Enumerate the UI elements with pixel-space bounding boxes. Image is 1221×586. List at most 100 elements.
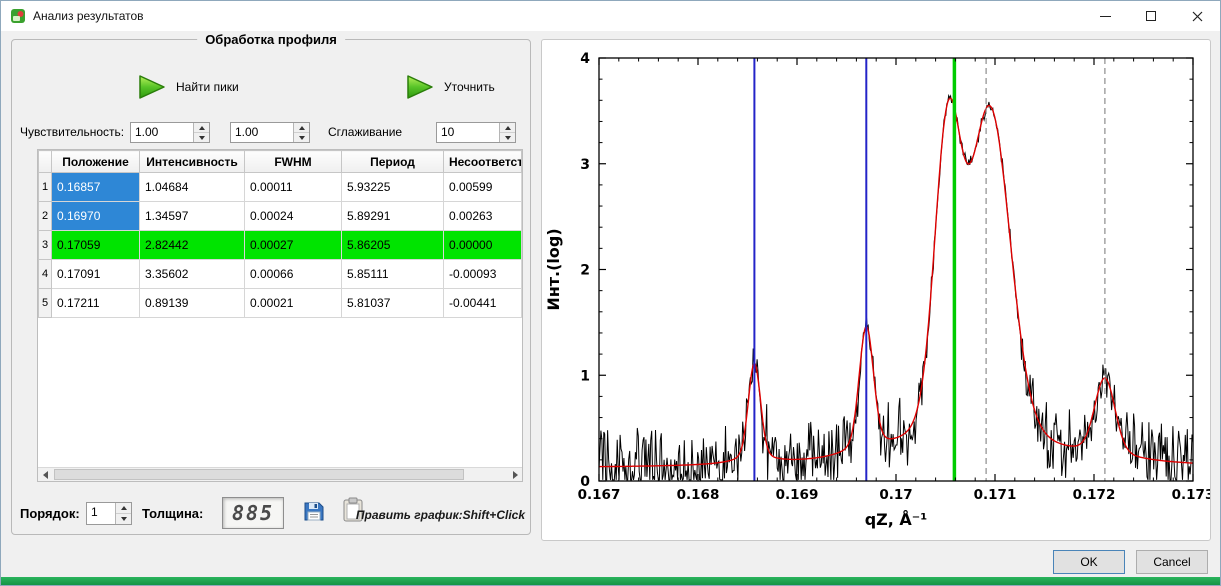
svg-text:0.169: 0.169 bbox=[776, 487, 819, 503]
column-header-mismatch[interactable]: Несоответств bbox=[444, 151, 522, 173]
play-arrow-icon bbox=[134, 73, 168, 101]
maximize-icon bbox=[1146, 11, 1156, 21]
arrow-left-icon bbox=[43, 471, 48, 479]
arrow-down-icon bbox=[121, 517, 127, 521]
column-header-fwhm[interactable]: FWHM bbox=[245, 151, 342, 173]
svg-text:0: 0 bbox=[580, 474, 590, 490]
table-cell[interactable]: -0.00441 bbox=[444, 289, 522, 318]
spinner-buttons bbox=[499, 123, 515, 142]
table-cell[interactable]: 5.86205 bbox=[342, 231, 444, 260]
svg-text:3: 3 bbox=[580, 157, 590, 173]
smoothing-input[interactable]: 10 bbox=[436, 122, 516, 143]
table-corner[interactable] bbox=[39, 151, 52, 173]
spin-up-button[interactable] bbox=[116, 503, 131, 513]
minimize-button[interactable] bbox=[1082, 1, 1128, 31]
peaks-table: Положение Интенсивность FWHM Период Несо… bbox=[38, 150, 522, 318]
scroll-left-button[interactable] bbox=[38, 468, 52, 481]
dialog-content: Обработка профиля Найти пики Уточ bbox=[1, 31, 1220, 577]
sensitivity-label: Чувствительность: bbox=[20, 125, 124, 139]
order-input[interactable]: 1 bbox=[86, 502, 132, 525]
group-title: Обработка профиля bbox=[197, 32, 345, 47]
find-peaks-button[interactable]: Найти пики bbox=[134, 66, 239, 108]
table-row: 30.170592.824420.000275.862050.00000 bbox=[39, 231, 522, 260]
row-number[interactable]: 3 bbox=[39, 231, 52, 260]
arrow-up-icon bbox=[299, 126, 305, 130]
close-icon bbox=[1192, 11, 1203, 22]
row-number[interactable]: 1 bbox=[39, 173, 52, 202]
table-cell[interactable]: -0.00093 bbox=[444, 260, 522, 289]
app-icon bbox=[10, 8, 26, 24]
maximize-button[interactable] bbox=[1128, 1, 1174, 31]
table-cell[interactable]: 0.00011 bbox=[245, 173, 342, 202]
arrow-down-icon bbox=[199, 136, 205, 140]
table-cell[interactable]: 0.17211 bbox=[52, 289, 140, 318]
svg-text:0.172: 0.172 bbox=[1073, 487, 1116, 503]
table-cell[interactable]: 5.81037 bbox=[342, 289, 444, 318]
table-cell[interactable]: 0.00066 bbox=[245, 260, 342, 289]
table-horizontal-scrollbar[interactable] bbox=[38, 467, 522, 481]
table-cell[interactable]: 0.00000 bbox=[444, 231, 522, 260]
svg-text:Инт.(log): Инт.(log) bbox=[544, 228, 563, 310]
row-number[interactable]: 4 bbox=[39, 260, 52, 289]
table-cell[interactable]: 5.93225 bbox=[342, 173, 444, 202]
table-cell[interactable]: 0.16970 bbox=[52, 202, 140, 231]
table-cell[interactable]: 3.35602 bbox=[140, 260, 245, 289]
smoothing-value[interactable]: 10 bbox=[437, 123, 499, 142]
spin-up-button[interactable] bbox=[194, 123, 209, 132]
spin-up-button[interactable] bbox=[294, 123, 309, 132]
order-value[interactable]: 1 bbox=[87, 503, 115, 524]
refine-button[interactable]: Уточнить bbox=[402, 66, 495, 108]
refine-label: Уточнить bbox=[444, 80, 495, 94]
taskbar-edge-strip bbox=[1, 577, 1220, 585]
spin-down-button[interactable] bbox=[294, 132, 309, 142]
thickness-display: 885 bbox=[222, 497, 284, 529]
sensitivity-input-1[interactable]: 1.00 bbox=[130, 122, 210, 143]
column-header-position[interactable]: Положение bbox=[52, 151, 140, 173]
spinner-buttons bbox=[193, 123, 209, 142]
spin-down-button[interactable] bbox=[116, 513, 131, 524]
sensitivity-value-1[interactable]: 1.00 bbox=[131, 123, 193, 142]
sensitivity-input-2[interactable]: 1.00 bbox=[230, 122, 310, 143]
table-cell[interactable]: 0.00599 bbox=[444, 173, 522, 202]
table-row: 50.172110.891390.000215.81037-0.00441 bbox=[39, 289, 522, 318]
table-cell[interactable]: 5.85111 bbox=[342, 260, 444, 289]
profile-chart-panel[interactable]: 0.1670.1680.1690.170.1710.1720.17301234q… bbox=[541, 39, 1211, 541]
table-cell[interactable]: 5.89291 bbox=[342, 202, 444, 231]
table-cell[interactable]: 0.16857 bbox=[52, 173, 140, 202]
column-header-intensity[interactable]: Интенсивность bbox=[140, 151, 245, 173]
row-number[interactable]: 5 bbox=[39, 289, 52, 318]
table-cell[interactable]: 1.34597 bbox=[140, 202, 245, 231]
table-row: 20.169701.345970.000245.892910.00263 bbox=[39, 202, 522, 231]
table-cell[interactable]: 0.17059 bbox=[52, 231, 140, 260]
scrollbar-track[interactable] bbox=[52, 468, 508, 481]
spin-up-button[interactable] bbox=[500, 123, 515, 132]
spin-down-button[interactable] bbox=[194, 132, 209, 142]
results-table-body: 10.168571.046840.000115.932250.0059920.1… bbox=[39, 173, 522, 318]
table-cell[interactable]: 0.00024 bbox=[245, 202, 342, 231]
table-cell[interactable]: 1.04684 bbox=[140, 173, 245, 202]
table-cell[interactable]: 0.00263 bbox=[444, 202, 522, 231]
spinner-buttons bbox=[293, 123, 309, 142]
svg-text:0.173: 0.173 bbox=[1172, 487, 1210, 503]
sensitivity-value-2[interactable]: 1.00 bbox=[231, 123, 293, 142]
scroll-right-button[interactable] bbox=[508, 468, 522, 481]
table-cell[interactable]: 2.82442 bbox=[140, 231, 245, 260]
ok-button[interactable]: OK bbox=[1053, 550, 1125, 574]
table-cell[interactable]: 0.89139 bbox=[140, 289, 245, 318]
close-button[interactable] bbox=[1174, 1, 1220, 31]
save-button[interactable] bbox=[302, 499, 326, 526]
spin-down-button[interactable] bbox=[500, 132, 515, 142]
edit-graph-hint: Править график:Shift+Click bbox=[356, 508, 525, 522]
scrollbar-thumb[interactable] bbox=[54, 469, 464, 480]
titlebar[interactable]: Анализ результатов bbox=[1, 1, 1220, 31]
table-cell[interactable]: 0.17091 bbox=[52, 260, 140, 289]
table-cell[interactable]: 0.00021 bbox=[245, 289, 342, 318]
cancel-button[interactable]: Cancel bbox=[1136, 550, 1208, 574]
arrow-down-icon bbox=[299, 136, 305, 140]
profile-chart[interactable]: 0.1670.1680.1690.170.1710.1720.17301234q… bbox=[542, 40, 1210, 540]
table-cell[interactable]: 0.00027 bbox=[245, 231, 342, 260]
spinner-buttons bbox=[115, 503, 131, 524]
table-row: 40.170913.356020.000665.85111-0.00093 bbox=[39, 260, 522, 289]
column-header-period[interactable]: Период bbox=[342, 151, 444, 173]
row-number[interactable]: 2 bbox=[39, 202, 52, 231]
